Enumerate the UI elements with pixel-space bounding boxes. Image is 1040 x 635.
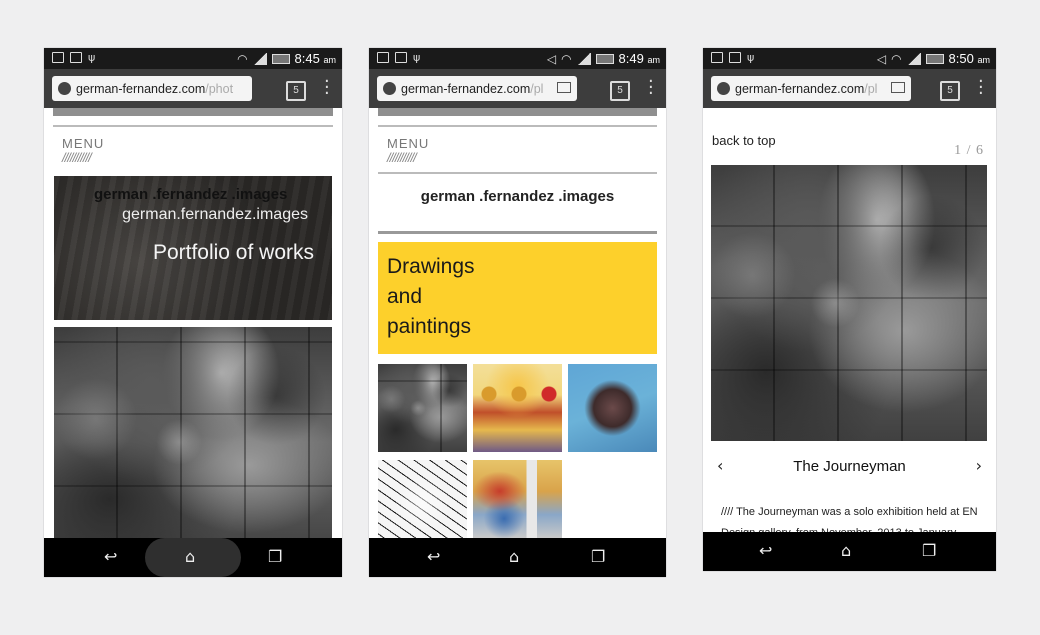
image-notification-icon (711, 52, 723, 63)
signal-icon (906, 52, 921, 65)
usb-icon: ψ (413, 51, 421, 64)
recents-icon[interactable]: ❐ (268, 547, 282, 566)
battery-icon (925, 53, 944, 64)
menu-button[interactable]: MENU (62, 136, 104, 151)
address-bar[interactable]: german-fernandez.com/pl (377, 76, 577, 101)
url-path: /phot (205, 81, 234, 96)
phone-screen-artwork-detail: ψ ◁ ◠ 8:50 am german-fernandez.com/pl 5 … (703, 48, 996, 571)
wifi-icon: ◠ (237, 51, 248, 66)
menu-slashes: /////////// (62, 150, 92, 165)
section-title: Drawings and paintings (387, 255, 475, 338)
gallery-thumbnail[interactable] (378, 460, 467, 538)
url-path: /pl (864, 81, 878, 96)
address-bar[interactable]: german-fernandez.com/pl (711, 76, 911, 101)
browser-toolbar: german-fernandez.com/phot 5 · · · (44, 69, 342, 108)
chevron-right-icon[interactable]: › (976, 456, 982, 475)
divider (378, 231, 657, 234)
globe-icon (717, 82, 730, 95)
url-host: german-fernandez.com (735, 81, 865, 96)
battery-icon (271, 53, 290, 64)
artwork-title: The Journeyman (793, 458, 906, 475)
status-bar: ψ ◠ 8:45 am (44, 48, 342, 69)
android-nav-bar: ↩ ⌂ ❐ (703, 532, 996, 571)
top-strip (53, 108, 333, 116)
menu-slashes: /////////// (387, 150, 417, 165)
url-host: german-fernandez.com (76, 81, 206, 96)
reader-mode-icon[interactable] (557, 82, 571, 93)
mute-icon: ◁ (546, 51, 557, 66)
recents-icon[interactable]: ❐ (922, 541, 936, 560)
gallery-thumbnail[interactable] (473, 364, 562, 452)
reader-mode-icon[interactable] (891, 82, 905, 93)
menu-button[interactable]: MENU (387, 136, 429, 151)
section-banner: Drawings and paintings (378, 242, 657, 354)
phone-screen-drawings: ψ ◁ ◠ 8:49 am german-fernandez.com/pl 5 … (369, 48, 666, 577)
globe-icon (383, 82, 396, 95)
home-icon[interactable]: ⌂ (185, 547, 195, 566)
page-content: MENU /////////// german .fernandez .imag… (44, 108, 342, 538)
wifi-icon: ◠ (891, 51, 902, 66)
page-content: MENU /////////// german .fernandez .imag… (369, 108, 666, 538)
caption-row: ‹ The Journeyman › (703, 456, 996, 478)
url-host: german-fernandez.com (401, 81, 531, 96)
home-icon[interactable]: ⌂ (509, 547, 519, 566)
gallery-thumbnail[interactable] (378, 364, 467, 452)
recents-icon[interactable]: ❐ (591, 547, 605, 566)
status-bar: ψ ◁ ◠ 8:49 am (369, 48, 666, 69)
overflow-menu-icon[interactable]: · · · (978, 73, 984, 103)
gallery-thumbnail[interactable] (473, 460, 562, 538)
signal-icon (576, 52, 591, 65)
hero-subtitle: german.fernandez.images (122, 206, 308, 223)
image-notification-icon (52, 52, 64, 63)
tabs-icon[interactable]: 5 (610, 81, 630, 101)
battery-icon (595, 53, 614, 64)
home-icon[interactable]: ⌂ (841, 541, 851, 560)
hero-title: Portfolio of works (152, 241, 314, 264)
overflow-menu-icon[interactable]: · · · (648, 73, 654, 103)
phone-screen-portfolio: ψ ◠ 8:45 am german-fernandez.com/phot 5 … (44, 48, 342, 577)
status-clock: 8:49 am (618, 51, 660, 66)
back-icon[interactable]: ↩ (759, 541, 772, 560)
artwork-description: //// The Journeyman was a solo exhibitio… (721, 506, 978, 532)
divider (378, 172, 657, 174)
screenshot-notification-icon (729, 52, 741, 63)
usb-icon: ψ (88, 51, 96, 64)
wifi-icon: ◠ (561, 51, 572, 66)
tabs-icon[interactable]: 5 (940, 81, 960, 101)
browser-toolbar: german-fernandez.com/pl 5 · · · (703, 69, 996, 108)
hero-ghost-title: german .fernandez .images (94, 186, 288, 203)
back-icon[interactable]: ↩ (104, 547, 117, 566)
image-notification-icon (377, 52, 389, 63)
page-content: back to top 1 / 6 ‹ The Journeyman › ///… (703, 108, 996, 532)
android-nav-bar: ↩ ⌂ ❐ (369, 538, 666, 577)
overflow-menu-icon[interactable]: · · · (324, 73, 330, 103)
screenshot-notification-icon (395, 52, 407, 63)
featured-painting[interactable] (54, 327, 332, 538)
browser-toolbar: german-fernandez.com/pl 5 · · · (369, 69, 666, 108)
gallery-thumbnail[interactable] (568, 364, 657, 452)
back-icon[interactable]: ↩ (427, 547, 440, 566)
usb-icon: ψ (747, 51, 755, 64)
back-to-top-link[interactable]: back to top (712, 133, 776, 148)
url-path: /pl (530, 81, 544, 96)
top-strip (378, 108, 657, 116)
hero-banner[interactable]: german .fernandez .images german.fernand… (54, 176, 332, 320)
divider (378, 125, 657, 127)
android-nav-bar: ↩ ⌂ ❐ (44, 538, 342, 577)
site-title[interactable]: german .fernandez .images (369, 188, 666, 205)
status-clock: 8:50 am (948, 51, 990, 66)
artwork-image[interactable] (711, 165, 987, 441)
status-bar: ψ ◁ ◠ 8:50 am (703, 48, 996, 69)
divider (53, 125, 333, 127)
image-pager: 1 / 6 (954, 143, 984, 158)
globe-icon (58, 82, 71, 95)
mute-icon: ◁ (876, 51, 887, 66)
status-clock: 8:45 am (294, 51, 336, 66)
address-bar[interactable]: german-fernandez.com/phot (52, 76, 252, 101)
tabs-icon[interactable]: 5 (286, 81, 306, 101)
screenshot-notification-icon (70, 52, 82, 63)
signal-icon (252, 52, 267, 65)
